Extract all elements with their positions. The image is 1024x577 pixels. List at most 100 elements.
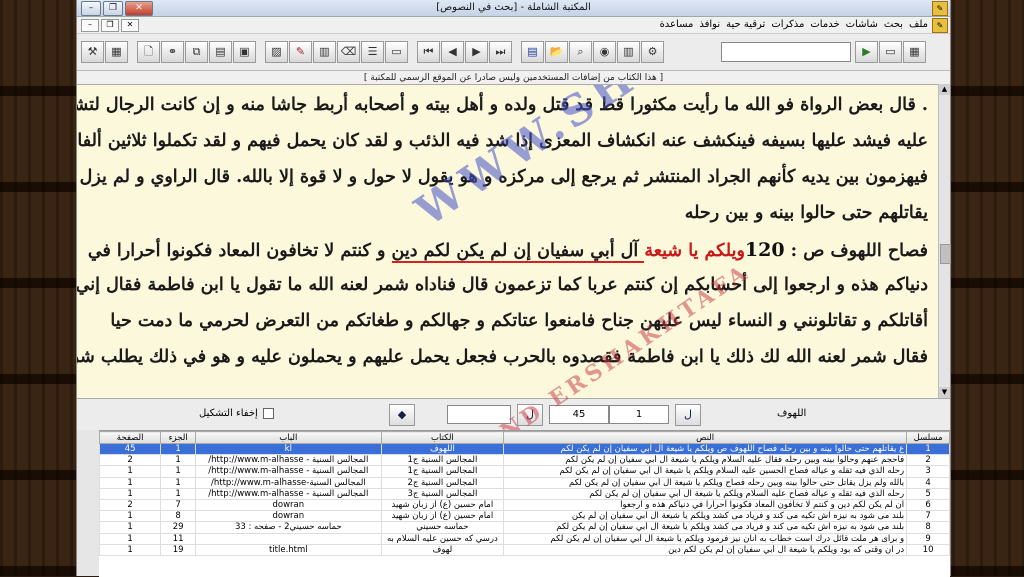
first-page-icon[interactable]: ⏮ [417, 41, 440, 63]
text-line: عليه فيشد عليها بسيفه فينكشف عنه انكشاف … [77, 131, 928, 151]
cell-serial: 3 [906, 465, 950, 478]
note-icon[interactable]: ▣ [233, 41, 256, 63]
cell-serial: 1 [906, 442, 950, 456]
menu-services[interactable]: خدمات [810, 19, 839, 30]
column-header-serial[interactable]: مسلسل [906, 431, 950, 444]
list-icon[interactable]: ☰ [361, 41, 384, 63]
eraser-icon[interactable]: ⌫ [337, 41, 360, 63]
child-close-icon[interactable]: ✕ [121, 19, 139, 32]
table-row[interactable]: 1 ع يقاتلهم حتى حالوا بينه و بين رحله فص… [99, 442, 950, 456]
text-scrollbar[interactable]: ▲ ▼ [938, 84, 951, 398]
open-folder-icon[interactable]: 📂 [545, 41, 568, 63]
page-to-input[interactable]: 45 [549, 405, 609, 424]
table-row[interactable]: 10 در آن وقتى كه بود ويلكم يا شيعة آل أب… [99, 543, 950, 556]
column-header-book[interactable]: الكتاب [380, 431, 505, 444]
refresh-right-icon[interactable]: ل [675, 404, 701, 426]
calculator-icon[interactable]: ▦ [105, 41, 128, 63]
results-side-panel [77, 430, 100, 576]
column-header-chapter[interactable]: الباب [194, 431, 382, 444]
refresh-left-icon[interactable]: ل [517, 404, 543, 426]
menu-screens[interactable]: شاشات [846, 19, 878, 30]
open-book-icon[interactable]: ▭ [385, 41, 408, 63]
reader-icon[interactable]: ▭ [879, 41, 902, 63]
cell-chapter: المجالس السنية - http://www.m-alhasse/ [194, 465, 382, 478]
filter-input[interactable] [447, 405, 511, 424]
settings-icon[interactable]: ⚙ [641, 41, 664, 63]
binoculars-icon[interactable]: ⚭ [161, 41, 184, 63]
text-line: فيهزمون بين يديه كأنهم الجراد المنتشر ثم… [77, 167, 928, 187]
cell-serial: 5 [906, 487, 950, 500]
application-window: – ❐ ✕ المكتبة الشاملة - [بحث في النصوص] … [76, 0, 951, 577]
search-book-icon[interactable]: ⌕ [569, 41, 592, 63]
menu-help[interactable]: مساعدة [660, 19, 694, 30]
cell-serial: 6 [906, 498, 950, 512]
cell-serial: 4 [906, 476, 950, 489]
cell-text: فأحجم عنهم وحالوا بينه وبين رحله فقال عل… [503, 454, 908, 467]
folder-image-icon[interactable]: ▨ [265, 41, 288, 63]
library-icon[interactable]: ▦ [903, 41, 926, 63]
pencil-icon[interactable]: ✎ [289, 41, 312, 63]
new-page-icon[interactable]: 🗋 [137, 41, 160, 63]
scroll-up-icon[interactable]: ▲ [939, 84, 950, 95]
toolbar-search-input[interactable] [721, 42, 851, 62]
cell-text: بلند مى شود به نيزه اش تكيه مى كند و فري… [503, 510, 908, 523]
prev-page-icon[interactable]: ◀ [441, 41, 464, 63]
table-row[interactable]: 9 و براى هر ملت قائل درك است خطاب به آنا… [99, 532, 950, 545]
underlined-text: آل أبي سفيان إن لم يكن لكم دين [391, 241, 645, 263]
cell-book: لهوف [380, 543, 505, 556]
cell-volume: 1 [160, 487, 196, 500]
hide-diacritics-checkbox[interactable] [263, 408, 274, 419]
cell-chapter: المجالس السنية-http://www.m-alhasse/ [194, 476, 382, 489]
cell-book: المجالس السنية ج2 [380, 476, 505, 489]
copy-icon[interactable]: ⧉ [185, 41, 208, 63]
last-page-icon[interactable]: ⏭ [489, 41, 512, 63]
text-line: دنياكم هذه و ارجعوا إلى أحسابكم إن كنتم … [77, 275, 928, 295]
books-icon[interactable]: ▥ [617, 41, 640, 63]
scroll-down-icon[interactable]: ▼ [939, 387, 950, 398]
clipboard-icon[interactable]: ▤ [209, 41, 232, 63]
table-row[interactable]: 3 رحله الذي فيه ثقله و عياله فصاح الحسين… [99, 465, 950, 478]
table-row[interactable]: 4 بالله ولم يزل يقاتل حتى حالوا بينه وبي… [99, 476, 950, 489]
text-line: يقاتلهم حتى حالوا بينه و بين رحله [684, 203, 928, 223]
child-minimize-icon[interactable]: – [81, 19, 99, 32]
index-icon[interactable]: ▤ [521, 41, 544, 63]
tools-icon[interactable]: ⚒ [81, 41, 104, 63]
search-results-table[interactable]: مسلسل النص الكتاب الباب الجزء الصفحة 1 ع… [99, 430, 950, 577]
book-name-label: اللهوف [777, 408, 807, 419]
menu-notes[interactable]: مذكرات [771, 19, 804, 30]
title-bar: – ❐ ✕ المكتبة الشاملة - [بحث في النصوص] … [77, 0, 950, 17]
scroll-thumb[interactable] [940, 244, 951, 264]
menu-file[interactable]: ملف [909, 19, 928, 30]
column-header-page[interactable]: الصفحة [99, 431, 162, 444]
book-text-pane[interactable]: . قال بعض الرواة فو الله ما رأيت مكثورا … [77, 84, 938, 399]
cell-page: 2 [99, 454, 162, 467]
table-row[interactable]: 7 بلند مى شود به نيزه اش تكيه مى كند و ف… [99, 510, 950, 523]
cell-page: 1 [99, 476, 162, 489]
cell-chapter [194, 532, 382, 545]
search-hit-text: ويلكم يا شيعة [644, 241, 745, 261]
cell-chapter: حماسه حسيني2 - صفحه : 33 [194, 521, 382, 534]
text-line: . قال بعض الرواة فو الله ما رأيت مكثورا … [77, 95, 928, 115]
page-from-input[interactable]: 1 [609, 405, 669, 424]
table-row[interactable]: 2 فأحجم عنهم وحالوا بينه وبين رحله فقال … [99, 454, 950, 467]
menu-search[interactable]: بحث [884, 19, 903, 30]
cell-text: ع يقاتلهم حتى حالوا بينه و بين رحله فصاح… [503, 442, 908, 456]
menu-bar: – ❐ ✕ ملف بحث شاشات خدمات مذكرات ترقية ح… [77, 17, 950, 34]
globe-icon[interactable]: ◉ [593, 41, 616, 63]
cell-chapter: kl [194, 442, 382, 456]
cell-volume: 1 [160, 476, 196, 489]
column-header-volume[interactable]: الجزء [160, 431, 196, 444]
text-icon[interactable]: ▥ [313, 41, 336, 63]
menu-windows[interactable]: نوافذ [699, 19, 720, 30]
menu-live-update[interactable]: ترقية حية [726, 19, 765, 30]
child-window-controls: – ❐ ✕ [81, 19, 139, 32]
child-restore-icon[interactable]: ❐ [101, 19, 119, 32]
next-page-icon[interactable]: ▶ [465, 41, 488, 63]
column-header-text[interactable]: النص [503, 431, 908, 444]
table-row[interactable]: 6 ان لم يكن لكم دين و كنتم لا تخافون الم… [99, 498, 950, 512]
expand-icon[interactable]: ◆ [389, 404, 415, 426]
table-row[interactable]: 8 بلند مى شود به نيزه اش تكيه مى كند و ف… [99, 521, 950, 534]
table-row[interactable]: 5 رحله الذي فيه ثقله و عياله فصاح عليه ا… [99, 487, 950, 500]
add-book-icon[interactable]: ▶ [855, 41, 878, 63]
window-title: المكتبة الشاملة - [بحث في النصوص] [436, 2, 591, 13]
